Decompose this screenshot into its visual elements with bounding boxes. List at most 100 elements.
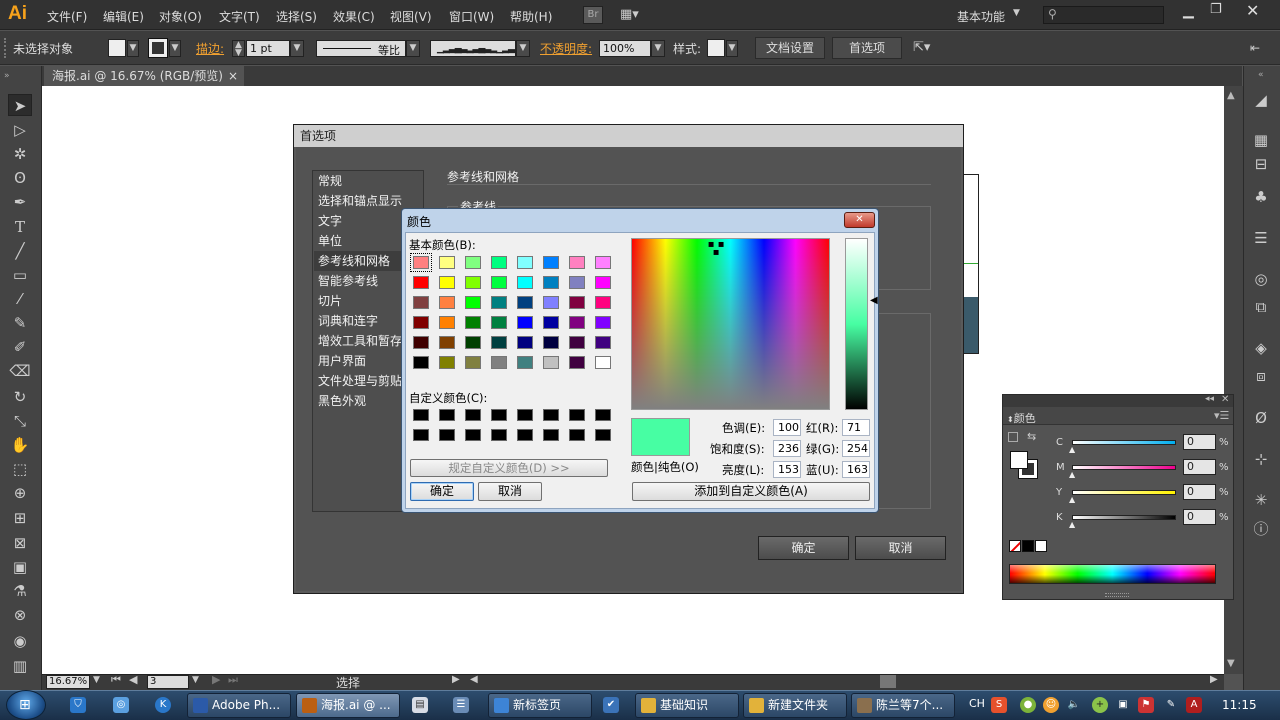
basic-color-swatch[interactable] bbox=[413, 336, 429, 349]
collapse-icon[interactable]: » bbox=[4, 71, 10, 81]
basic-color-swatch[interactable] bbox=[569, 276, 585, 289]
basic-color-swatch[interactable] bbox=[439, 316, 455, 329]
quicklaunch-shield-icon[interactable]: ⛉ bbox=[70, 697, 86, 713]
quicklaunch-browser-icon[interactable]: ◎ bbox=[113, 697, 129, 713]
next-artboard-icon[interactable]: ▶ bbox=[212, 673, 220, 686]
close-panel-icon[interactable]: ✕ bbox=[1221, 394, 1229, 405]
custom-color-slot[interactable] bbox=[569, 409, 585, 421]
custom-color-slot[interactable] bbox=[465, 409, 481, 421]
basic-color-swatch[interactable] bbox=[491, 336, 507, 349]
info-icon[interactable]: ⓘ bbox=[1250, 518, 1272, 540]
basic-color-swatch[interactable] bbox=[569, 256, 585, 269]
basic-color-swatch[interactable] bbox=[413, 296, 429, 309]
custom-color-slot[interactable] bbox=[595, 429, 611, 441]
basic-color-swatch[interactable] bbox=[491, 276, 507, 289]
opacity-label[interactable]: 不透明度: bbox=[540, 40, 592, 57]
color-cancel-button[interactable]: 取消 bbox=[478, 482, 542, 501]
horizontal-scroll-thumb[interactable] bbox=[880, 675, 896, 688]
chevron-down-icon[interactable]: ▼ bbox=[127, 40, 139, 57]
basic-color-swatch[interactable] bbox=[413, 316, 429, 329]
column-graph-tool-icon[interactable]: ▥ bbox=[8, 655, 32, 677]
custom-color-slot[interactable] bbox=[491, 409, 507, 421]
rectangle-tool-icon[interactable]: ▭ bbox=[8, 264, 32, 286]
pencil-tool-icon[interactable]: ✎ bbox=[8, 312, 32, 334]
style-swatch[interactable] bbox=[707, 39, 725, 57]
type-tool-icon[interactable]: T bbox=[8, 216, 32, 238]
scroll-down-icon[interactable]: ▼ bbox=[1227, 658, 1235, 669]
brush-select[interactable]: ▁▂▃▄▃▂▃▄▃▂▁▂▃ bbox=[430, 40, 516, 57]
chevron-down-icon[interactable]: ▼ bbox=[169, 40, 181, 57]
quicklaunch-list-icon[interactable]: ☰ bbox=[453, 697, 469, 713]
menu-object[interactable]: 对象(O) bbox=[159, 8, 202, 25]
lasso-tool-icon[interactable]: ʘ bbox=[8, 167, 32, 189]
red-input[interactable]: 71 bbox=[842, 419, 870, 436]
scroll-left-icon[interactable]: ◀ bbox=[470, 674, 478, 685]
basic-color-swatch[interactable] bbox=[569, 336, 585, 349]
basic-color-swatch[interactable] bbox=[465, 356, 481, 369]
stroke-profile-select[interactable]: 等比 bbox=[316, 40, 406, 57]
free-transform-tool-icon[interactable]: ⬚ bbox=[8, 458, 32, 480]
magic-wand-tool-icon[interactable]: ✲ bbox=[8, 143, 32, 165]
taskbar-button[interactable]: 新建文件夹 bbox=[743, 693, 847, 718]
quicklaunch-app-icon[interactable]: ✔ bbox=[603, 697, 619, 713]
tray-flag-icon[interactable]: ⚑ bbox=[1138, 697, 1154, 713]
stroke-weight-input[interactable]: 1 pt bbox=[246, 40, 290, 57]
basic-color-swatch[interactable] bbox=[517, 316, 533, 329]
perspective-grid-tool-icon[interactable]: ⊞ bbox=[8, 507, 32, 529]
gradient-tool-icon[interactable]: ▣ bbox=[8, 556, 32, 578]
custom-color-slot[interactable] bbox=[569, 429, 585, 441]
custom-color-slot[interactable] bbox=[517, 429, 533, 441]
transform-panel-icon[interactable]: ⊹ bbox=[1250, 448, 1272, 470]
taskbar-button[interactable]: 基础知识 bbox=[635, 693, 739, 718]
channel-value-input[interactable]: 0 bbox=[1183, 484, 1216, 500]
type-panel-icon[interactable]: Ø bbox=[1250, 407, 1272, 429]
panel-menu-icon[interactable]: ▾☰ bbox=[1214, 409, 1229, 422]
basic-color-swatch[interactable] bbox=[517, 256, 533, 269]
color-ok-button[interactable]: 确定 bbox=[410, 482, 474, 501]
chevron-down-icon[interactable]: ▼ bbox=[290, 40, 304, 57]
chevron-down-icon[interactable]: ▼ bbox=[726, 40, 738, 57]
tray-plus-icon[interactable]: + bbox=[1092, 697, 1108, 713]
basic-color-swatch[interactable] bbox=[465, 296, 481, 309]
menu-window[interactable]: 窗口(W) bbox=[449, 8, 494, 25]
custom-color-slot[interactable] bbox=[543, 429, 559, 441]
green-input[interactable]: 254 bbox=[842, 440, 870, 457]
scale-tool-icon[interactable]: ⤡ bbox=[8, 410, 32, 432]
basic-color-swatch[interactable] bbox=[595, 256, 611, 269]
navigator-icon[interactable]: ◢ bbox=[1250, 89, 1272, 111]
color-spectrum-bar[interactable] bbox=[1009, 564, 1216, 584]
resize-grip[interactable] bbox=[1105, 593, 1129, 597]
basic-color-swatch[interactable] bbox=[595, 316, 611, 329]
basic-color-swatch[interactable] bbox=[543, 316, 559, 329]
channel-value-input[interactable]: 0 bbox=[1183, 509, 1216, 525]
basic-color-swatch[interactable] bbox=[439, 276, 455, 289]
bridge-button[interactable]: Br bbox=[583, 6, 603, 24]
fill-color-swatch[interactable] bbox=[1010, 451, 1028, 469]
graphic-styles-icon[interactable]: ⧉ bbox=[1250, 296, 1272, 318]
menu-effect[interactable]: 效果(C) bbox=[333, 8, 375, 25]
paintbrush-tool-icon[interactable]: ⁄ bbox=[8, 288, 32, 310]
quicklaunch-k-icon[interactable]: K bbox=[155, 697, 171, 713]
volume-icon[interactable]: 🔈 bbox=[1066, 697, 1082, 713]
status-menu-icon[interactable]: ▶ bbox=[452, 674, 460, 685]
add-to-custom-colors-button[interactable]: 添加到自定义颜色(A) bbox=[632, 482, 870, 501]
mesh-tool-icon[interactable]: ⊠ bbox=[8, 532, 32, 554]
warp-tool-icon[interactable]: ✋ bbox=[8, 434, 32, 456]
pref-item-black-appearance[interactable]: 黑色外观 bbox=[318, 391, 366, 411]
basic-color-swatch[interactable] bbox=[465, 276, 481, 289]
chevron-down-icon[interactable]: ▼ bbox=[651, 40, 665, 57]
basic-color-swatch[interactable] bbox=[439, 356, 455, 369]
search-input[interactable]: ⚲ bbox=[1043, 6, 1164, 24]
basic-color-swatch[interactable] bbox=[517, 356, 533, 369]
basic-color-swatch[interactable] bbox=[595, 296, 611, 309]
channel-slider[interactable] bbox=[1072, 515, 1176, 520]
menu-help[interactable]: 帮助(H) bbox=[510, 8, 552, 25]
basic-color-swatch[interactable] bbox=[413, 356, 429, 369]
basic-color-swatch[interactable] bbox=[595, 276, 611, 289]
symbols-icon[interactable]: ♣ bbox=[1250, 186, 1272, 208]
brushes-icon[interactable]: ⊟ bbox=[1250, 153, 1272, 175]
artboards-icon[interactable]: ⧈ bbox=[1250, 365, 1272, 387]
basic-color-swatch[interactable] bbox=[465, 316, 481, 329]
channel-slider[interactable] bbox=[1072, 465, 1176, 470]
chevron-down-icon[interactable]: ▼ bbox=[516, 40, 530, 57]
